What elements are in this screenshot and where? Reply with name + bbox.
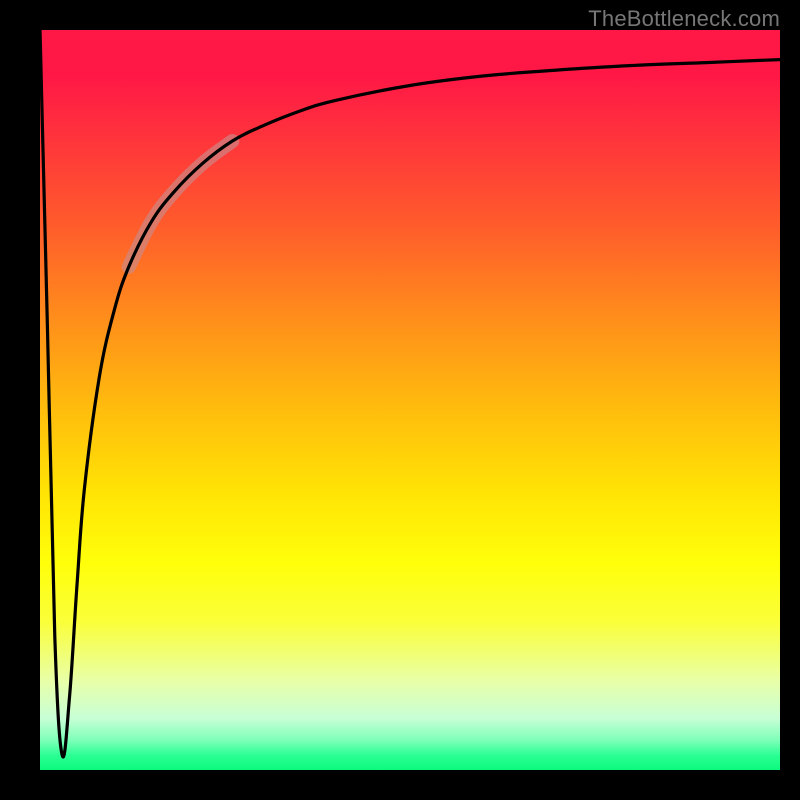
curve-svg bbox=[40, 30, 780, 770]
attribution-text: TheBottleneck.com bbox=[588, 6, 780, 32]
curve-highlight bbox=[129, 141, 233, 267]
plot-area bbox=[40, 30, 780, 770]
curve-path bbox=[40, 30, 780, 757]
chart-container: TheBottleneck.com bbox=[0, 0, 800, 800]
